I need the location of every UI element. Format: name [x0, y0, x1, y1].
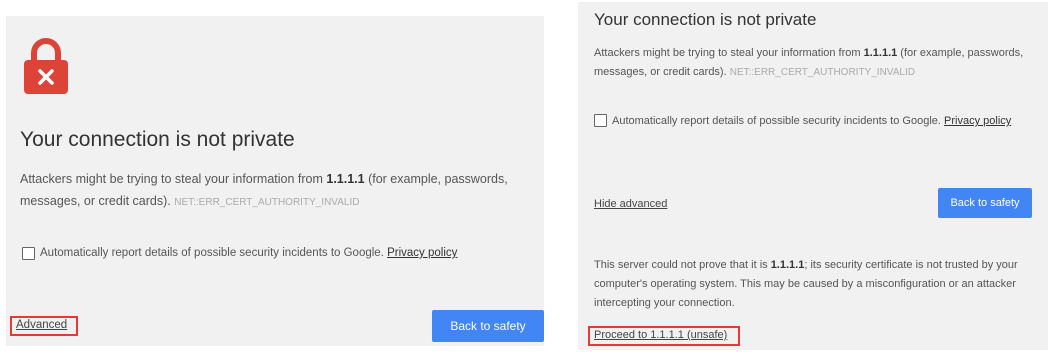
lock-icon: [24, 38, 68, 94]
error-code: NET::ERR_CERT_AUTHORITY_INVALID: [174, 197, 360, 208]
privacy-policy-link[interactable]: Privacy policy: [944, 115, 1011, 127]
error-code: NET::ERR_CERT_AUTHORITY_INVALID: [729, 67, 915, 78]
report-checkbox-label: Automatically report details of possible…: [612, 115, 1012, 127]
warning-message: Attackers might be trying to steal your …: [594, 47, 1024, 78]
report-checkbox-label: Automatically report details of possible…: [40, 247, 458, 259]
interstitial-panel-basic: Your connection is not private Attackers…: [6, 16, 544, 346]
back-to-safety-button[interactable]: Back to safety: [432, 310, 544, 342]
page-title: Your connection is not private: [594, 10, 817, 29]
advanced-details: This server could not prove that it is 1…: [594, 259, 1018, 309]
hide-advanced-link[interactable]: Hide advanced: [594, 198, 667, 210]
proceed-unsafe-link[interactable]: Proceed to 1.1.1.1 (unsafe): [594, 329, 727, 341]
report-checkbox[interactable]: [22, 247, 35, 260]
interstitial-panel-advanced: Your connection is not private Attackers…: [578, 2, 1048, 350]
privacy-policy-link[interactable]: Privacy policy: [387, 247, 457, 259]
back-to-safety-button[interactable]: Back to safety: [938, 188, 1032, 218]
warning-message: Attackers might be trying to steal your …: [20, 172, 508, 208]
advanced-link[interactable]: Advanced: [16, 319, 67, 331]
page-title: Your connection is not private: [20, 128, 295, 151]
